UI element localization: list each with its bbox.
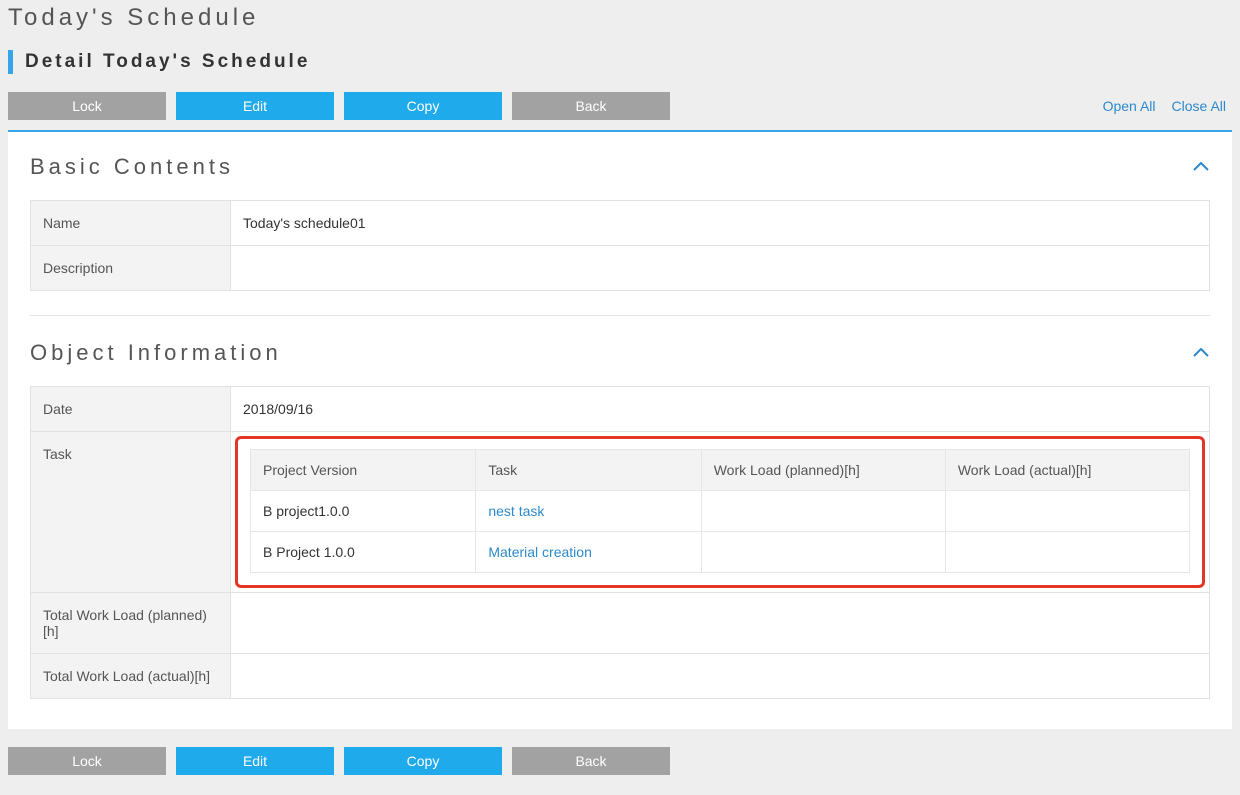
field-value-date: 2018/09/16 — [231, 387, 1210, 432]
field-label-date: Date — [31, 387, 231, 432]
close-all-link[interactable]: Close All — [1172, 98, 1226, 114]
lock-button[interactable]: Lock — [8, 92, 166, 120]
task-cell-actual — [945, 532, 1189, 573]
field-value-total-planned — [231, 593, 1210, 654]
field-row-total-actual: Total Work Load (actual)[h] — [31, 654, 1210, 699]
back-button[interactable]: Back — [512, 92, 670, 120]
edit-button[interactable]: Edit — [176, 92, 334, 120]
section-header-basic: Basic Contents — [30, 154, 1210, 180]
task-link[interactable]: nest task — [488, 503, 544, 519]
section-divider — [30, 315, 1210, 316]
copy-button-bottom[interactable]: Copy — [344, 747, 502, 775]
task-row: B Project 1.0.0 Material creation — [251, 532, 1190, 573]
field-label-total-planned: Total Work Load (planned)[h] — [31, 593, 231, 654]
section-header-object: Object Information — [30, 340, 1210, 366]
field-label-total-actual: Total Work Load (actual)[h] — [31, 654, 231, 699]
field-label-description: Description — [31, 246, 231, 291]
field-value-description — [231, 246, 1210, 291]
object-information-table: Date 2018/09/16 Task Project Version Tas… — [30, 386, 1210, 699]
breadcrumb: Today's Schedule — [8, 0, 1232, 50]
task-col-task: Task — [476, 450, 701, 491]
task-row: B project1.0.0 nest task — [251, 491, 1190, 532]
task-table: Project Version Task Work Load (planned)… — [250, 449, 1190, 573]
field-value-name: Today's schedule01 — [231, 201, 1210, 246]
field-row-name: Name Today's schedule01 — [31, 201, 1210, 246]
basic-contents-table: Name Today's schedule01 Description — [30, 200, 1210, 291]
field-label-name: Name — [31, 201, 231, 246]
page-title-bar: Detail Today's Schedule — [8, 50, 1232, 74]
task-col-project-version: Project Version — [251, 450, 476, 491]
task-cell-actual — [945, 491, 1189, 532]
copy-button[interactable]: Copy — [344, 92, 502, 120]
open-all-link[interactable]: Open All — [1103, 98, 1156, 114]
task-cell-project-version: B project1.0.0 — [251, 491, 476, 532]
task-cell-planned — [701, 532, 945, 573]
task-cell-planned — [701, 491, 945, 532]
top-toolbar: Lock Edit Copy Back Open All Close All — [8, 92, 1232, 120]
task-table-header-row: Project Version Task Work Load (planned)… — [251, 450, 1190, 491]
task-col-workload-actual: Work Load (actual)[h] — [945, 450, 1189, 491]
chevron-up-icon[interactable] — [1192, 158, 1210, 176]
field-row-date: Date 2018/09/16 — [31, 387, 1210, 432]
back-button-bottom[interactable]: Back — [512, 747, 670, 775]
section-title-object: Object Information — [30, 340, 282, 366]
edit-button-bottom[interactable]: Edit — [176, 747, 334, 775]
field-row-total-planned: Total Work Load (planned)[h] — [31, 593, 1210, 654]
title-accent — [8, 50, 13, 74]
field-value-total-actual — [231, 654, 1210, 699]
task-col-workload-planned: Work Load (planned)[h] — [701, 450, 945, 491]
section-title-basic: Basic Contents — [30, 154, 234, 180]
lock-button-bottom[interactable]: Lock — [8, 747, 166, 775]
task-link[interactable]: Material creation — [488, 544, 592, 560]
field-row-task: Task Project Version Task Work Load (pla… — [31, 432, 1210, 593]
chevron-up-icon[interactable] — [1192, 344, 1210, 362]
bottom-toolbar: Lock Edit Copy Back — [8, 729, 1232, 775]
task-highlight-box: Project Version Task Work Load (planned)… — [235, 436, 1205, 588]
detail-panel: Basic Contents Name Today's schedule01 D… — [8, 130, 1232, 729]
field-row-description: Description — [31, 246, 1210, 291]
task-cell-project-version: B Project 1.0.0 — [251, 532, 476, 573]
page-title: Detail Today's Schedule — [25, 51, 310, 73]
field-value-task: Project Version Task Work Load (planned)… — [231, 432, 1210, 593]
field-label-task: Task — [31, 432, 231, 593]
